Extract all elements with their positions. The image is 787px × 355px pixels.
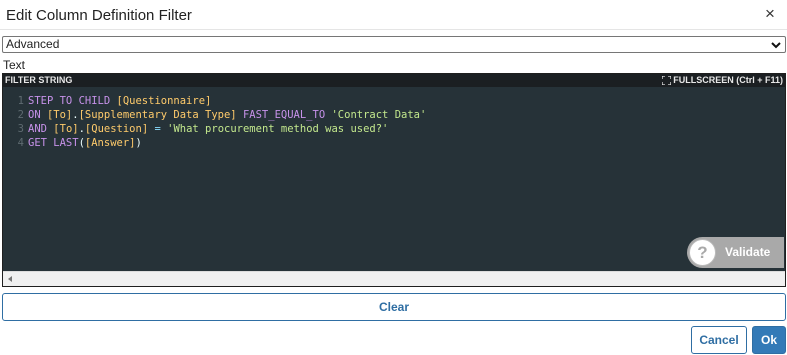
dialog-header: Edit Column Definition Filter × [0, 0, 787, 30]
editor-header-label: FILTER STRING [5, 75, 73, 85]
line-number: 1 [17, 95, 24, 107]
clear-button[interactable]: Clear [2, 293, 786, 321]
dialog-title: Edit Column Definition Filter [6, 7, 192, 24]
code-editor[interactable]: FILTER STRING FULLSCREEN (Ctrl + F11) 1S… [2, 73, 786, 287]
ok-button[interactable]: Ok [752, 326, 786, 354]
mode-select-value: Advanced [6, 37, 60, 51]
validate-label: Validate [725, 245, 771, 259]
code-token: [To] [46, 109, 73, 121]
code-token: FAST_EQUAL_TO [242, 109, 326, 121]
code-token: 'Contract Data' [331, 109, 427, 121]
text-label: Text [3, 58, 26, 72]
line-number: 4 [17, 137, 24, 149]
code-line[interactable]: 4 GET LAST([Answer]) [3, 136, 426, 150]
horizontal-scrollbar[interactable] [3, 271, 785, 286]
code-token: STEP TO CHILD [28, 95, 117, 107]
code-token: [Answer] [84, 137, 136, 149]
fullscreen-label: FULLSCREEN (Ctrl + F11) [673, 75, 783, 85]
code-line-content: AND [To].[Question] = 'What procurement … [26, 122, 388, 136]
code-lines[interactable]: 1 STEP TO CHILD [Questionnaire] 2 ON [To].[… [3, 94, 427, 150]
editor-toolbar: FILTER STRING FULLSCREEN (Ctrl + F11) [3, 74, 785, 87]
code-token: 'What procurement method was used?' [167, 123, 389, 135]
expand-icon [662, 76, 672, 85]
code-line-content: STEP TO CHILD [Questionnaire] [26, 94, 211, 108]
code-token: GET LAST [28, 137, 79, 149]
chevron-down-icon [771, 41, 781, 48]
code-line[interactable]: 2 ON [To].[Supplementary Data Type] FAST_… [3, 108, 427, 122]
code-line-content: GET LAST([Answer]) [26, 136, 142, 150]
fullscreen-button[interactable]: FULLSCREEN (Ctrl + F11) [662, 74, 783, 87]
code-token: [Supplementary Data Type] [78, 109, 237, 121]
code-line[interactable]: 1 STEP TO CHILD [Questionnaire] [3, 94, 426, 108]
code-token: [Questionnaire] [116, 95, 212, 107]
code-token: [Question] [84, 123, 149, 135]
code-line[interactable]: 3 AND [To].[Question] = 'What procurement… [3, 122, 426, 136]
scroll-left-icon[interactable] [8, 276, 12, 282]
validate-button[interactable]: ? Validate [687, 237, 784, 268]
line-number: 3 [17, 123, 24, 135]
mode-select[interactable]: Advanced [2, 36, 786, 53]
code-token: ON [28, 109, 47, 121]
line-number: 2 [17, 109, 24, 121]
close-icon[interactable]: × [761, 4, 779, 24]
code-token: AND [28, 123, 54, 135]
code-token: [To] [53, 123, 79, 135]
code-line-content: ON [To].[Supplementary Data Type] FAST_E… [26, 108, 426, 122]
question-icon: ? [689, 239, 716, 266]
code-token: ) [135, 137, 142, 149]
cancel-button[interactable]: Cancel [691, 326, 747, 354]
